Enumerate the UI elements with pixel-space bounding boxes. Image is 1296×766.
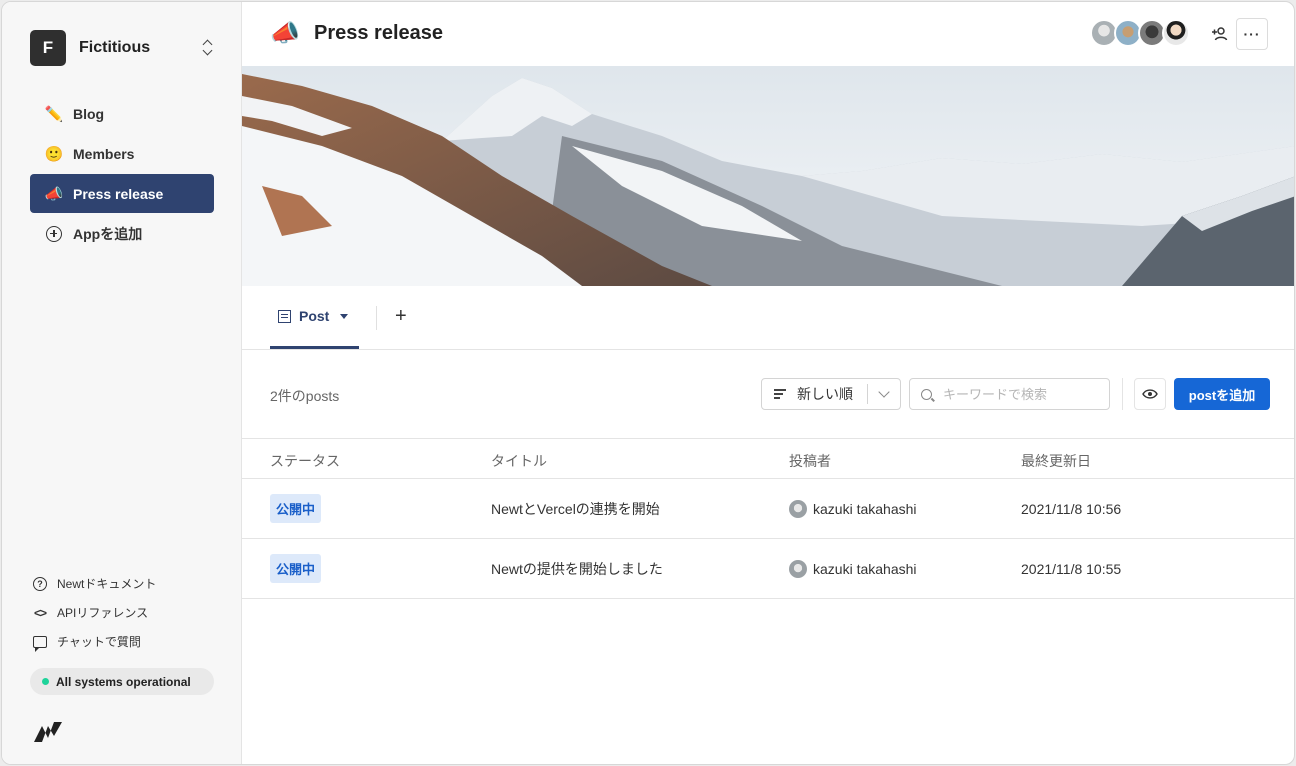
column-header-status[interactable]: ステータス: [270, 451, 340, 471]
select-divider: [867, 384, 868, 404]
column-header-title[interactable]: タイトル: [491, 451, 547, 471]
page-header: 📣 Press release ···: [242, 2, 1294, 66]
sidebar-item-label: Blog: [73, 105, 105, 122]
chat-icon: [33, 635, 47, 652]
visibility-button[interactable]: [1134, 378, 1166, 410]
search-box: [909, 378, 1110, 410]
help-links: ? Newtドキュメント <> APIリファレンス チャットで質問: [32, 569, 156, 656]
add-post-button[interactable]: postを追加: [1174, 378, 1270, 410]
sort-icon: [774, 389, 786, 399]
workspace-name: Fictitious: [79, 39, 151, 56]
table-row[interactable]: 公開中 Newtの提供を開始しました kazuki takahashi 2021…: [242, 539, 1294, 599]
column-header-author[interactable]: 投稿者: [789, 451, 831, 471]
toolbar-divider: [1122, 378, 1123, 410]
more-button[interactable]: ···: [1236, 18, 1268, 50]
status-dot-icon: [42, 678, 49, 685]
question-icon: ?: [33, 576, 47, 591]
avatar: [1162, 19, 1190, 47]
table-header: ステータス タイトル 投稿者 最終更新日: [242, 439, 1294, 479]
post-title: NewtとVercelの連携を開始: [491, 500, 660, 517]
status-badge: 公開中: [270, 554, 322, 583]
table-row[interactable]: 公開中 NewtとVercelの連携を開始 kazuki takahashi 2…: [242, 479, 1294, 539]
docs-link-label: Newtドキュメント: [57, 577, 157, 591]
caret-down-icon: [340, 313, 349, 319]
docs-link[interactable]: ? Newtドキュメント: [32, 569, 156, 598]
plus-circle-icon: [46, 225, 62, 242]
smile-icon: 🙂: [44, 145, 64, 163]
avatar: [789, 559, 807, 578]
code-icon: <>: [33, 605, 47, 620]
post-author: kazuki takahashi: [789, 479, 917, 538]
sidebar-item-label: Members: [73, 145, 135, 162]
sort-label: 新しい順: [797, 386, 853, 402]
sidebar-item-members[interactable]: 🙂 Members: [30, 134, 214, 173]
view-tabs: Post +: [242, 286, 1294, 350]
megaphone-icon: 📣: [270, 20, 300, 47]
status-text: All systems operational: [56, 674, 191, 689]
add-app-button[interactable]: Appを追加: [30, 214, 214, 253]
sidebar-item-label: Appを追加: [73, 225, 143, 242]
workspace-switcher[interactable]: F Fictitious: [30, 30, 216, 66]
sidebar-item-blog[interactable]: ✏️ Blog: [30, 94, 214, 133]
add-member-icon[interactable]: [1211, 25, 1229, 43]
author-name: kazuki takahashi: [813, 560, 917, 577]
list-toolbar: 2件のposts 新しい順 postを追加: [242, 350, 1294, 439]
sidebar-item-label: Press release: [73, 185, 164, 202]
sidebar: F Fictitious ✏️ Blog 🙂 Members 📣 Press r…: [2, 2, 242, 764]
avatar: [789, 499, 807, 518]
page-title: Press release: [314, 22, 444, 44]
megaphone-icon: 📣: [44, 185, 64, 203]
newt-logo-icon: [32, 718, 64, 751]
app-nav: ✏️ Blog 🙂 Members 📣 Press release Appを追加: [30, 94, 214, 254]
cover-image: [242, 66, 1294, 286]
system-status[interactable]: All systems operational: [30, 668, 214, 695]
tab-post[interactable]: Post: [270, 286, 359, 349]
app-window: F Fictitious ✏️ Blog 🙂 Members 📣 Press r…: [1, 1, 1295, 765]
tab-post-label: Post: [299, 308, 330, 324]
pencil-icon: ✏️: [44, 105, 64, 123]
chat-link[interactable]: チャットで質問: [32, 627, 156, 656]
workspace-avatar: F: [30, 30, 66, 66]
author-name: kazuki takahashi: [813, 500, 917, 517]
post-updated: 2021/11/8 10:56: [1021, 500, 1122, 517]
eye-icon: [1142, 389, 1158, 399]
chat-link-label: チャットで質問: [57, 635, 141, 649]
post-updated: 2021/11/8 10:55: [1021, 560, 1122, 577]
chevron-down-icon: [878, 386, 890, 398]
tab-divider: [376, 306, 377, 330]
post-count: 2件のposts: [270, 388, 340, 404]
api-reference-label: APIリファレンス: [57, 606, 149, 620]
add-view-button[interactable]: +: [395, 305, 407, 328]
chevron-updown-icon: [200, 38, 216, 58]
search-input[interactable]: [943, 386, 1103, 402]
status-badge: 公開中: [270, 494, 322, 523]
column-header-updated[interactable]: 最終更新日: [1021, 451, 1091, 471]
main-content: 📣 Press release ··· Post + 2件のposts 新しい順…: [242, 2, 1294, 764]
api-reference-link[interactable]: <> APIリファレンス: [32, 598, 156, 627]
sidebar-item-press-release[interactable]: 📣 Press release: [30, 174, 214, 213]
sort-select[interactable]: 新しい順: [761, 378, 901, 410]
post-author: kazuki takahashi: [789, 539, 917, 598]
post-title: Newtの提供を開始しました: [491, 560, 663, 577]
member-avatars[interactable]: [1090, 19, 1190, 47]
search-icon: [921, 388, 932, 400]
table-icon: [278, 309, 291, 323]
